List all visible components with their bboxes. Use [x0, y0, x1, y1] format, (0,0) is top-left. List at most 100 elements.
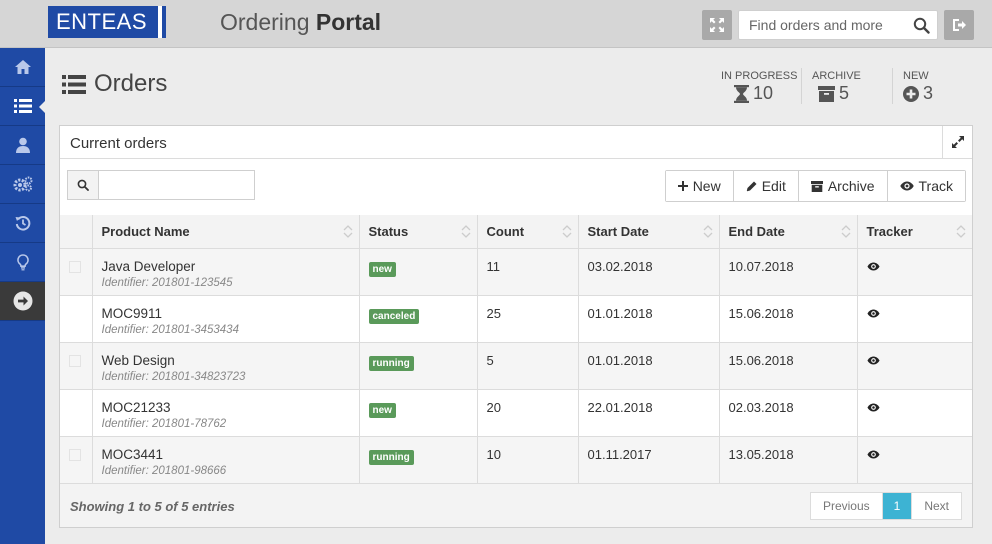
- entries-info: Showing 1 to 5 of 5 entries: [70, 499, 235, 514]
- table-row[interactable]: Java Developer Identifier: 201801-123545 …: [60, 247, 972, 295]
- next-page-button[interactable]: Next: [912, 493, 961, 519]
- count-cell: 5: [477, 341, 579, 389]
- tracker-cell: [857, 247, 972, 295]
- stat-in-progress-value: 10: [753, 83, 774, 103]
- sidebar-item-ideas[interactable]: [0, 243, 45, 282]
- sidebar-item-settings[interactable]: [0, 165, 45, 204]
- previous-page-button[interactable]: Previous: [810, 493, 883, 519]
- row-checkbox[interactable]: [69, 354, 81, 367]
- tracker-cell: [857, 435, 972, 483]
- app-title: Ordering Portal: [220, 9, 381, 36]
- end-date-cell: 02.03.2018: [719, 388, 858, 436]
- list-icon: [13, 99, 32, 113]
- column-header-label: Tracker: [866, 223, 913, 239]
- row-checkbox[interactable]: [69, 448, 81, 461]
- column-header-tracker[interactable]: Tracker: [857, 215, 972, 248]
- status-badge: running: [368, 449, 414, 465]
- panel-title: Current orders: [70, 135, 167, 152]
- expand-icon: [951, 136, 964, 148]
- global-search-input[interactable]: [739, 11, 904, 39]
- table-filter-input[interactable]: [98, 170, 255, 200]
- new-button[interactable]: New: [665, 171, 734, 201]
- plus-icon: [677, 181, 688, 191]
- table-row[interactable]: MOC3441 Identifier: 201801-98666 running …: [60, 435, 972, 483]
- stat-in-progress-label: IN PROGRESS: [721, 70, 798, 82]
- start-date-cell: 22.01.2018: [578, 388, 720, 436]
- user-icon: [15, 137, 30, 153]
- table-row[interactable]: MOC9911 Identifier: 201801-3453434 cancel…: [60, 294, 972, 342]
- edit-button[interactable]: Edit: [733, 171, 799, 201]
- archive-button-label: Archive: [827, 178, 875, 194]
- stat-new-value: 3: [923, 83, 934, 103]
- column-header-status[interactable]: Status: [359, 215, 478, 248]
- eye-icon[interactable]: [866, 261, 880, 271]
- count-cell: 25: [477, 294, 579, 342]
- product-name: MOC3441: [101, 446, 164, 462]
- archive-button[interactable]: Archive: [798, 171, 888, 201]
- fullscreen-icon: [710, 18, 724, 32]
- eye-icon[interactable]: [866, 308, 880, 318]
- sidebar-item-user[interactable]: [0, 126, 45, 165]
- app-title-bold: Portal: [315, 9, 382, 35]
- page-button-current[interactable]: 1: [882, 493, 913, 519]
- page-title-text: Orders: [94, 70, 168, 97]
- eye-icon[interactable]: [866, 355, 880, 365]
- product-identifier: Identifier: 201801-78762: [101, 417, 227, 430]
- logo[interactable]: ENTEAS: [48, 6, 162, 38]
- page-title: Orders: [62, 70, 167, 98]
- sidebar-item-orders[interactable]: [0, 87, 45, 126]
- stat-new[interactable]: NEW 3: [903, 70, 933, 104]
- column-header-product-name[interactable]: Product Name: [92, 215, 360, 248]
- product-identifier: Identifier: 201801-98666: [101, 464, 227, 477]
- sidebar: [0, 48, 45, 544]
- row-select-cell: [60, 294, 93, 342]
- sidebar-item-home[interactable]: [0, 48, 45, 87]
- product-identifier: Identifier: 201801-34823723: [101, 370, 246, 383]
- start-date-cell: 01.01.2018: [578, 341, 720, 389]
- product-cell: Web Design Identifier: 201801-34823723: [92, 341, 360, 389]
- row-select-cell: [60, 341, 93, 389]
- gears-icon: [13, 176, 32, 192]
- lightbulb-icon: [16, 253, 29, 270]
- table-header-row: Product Name Status Count Start Date End…: [60, 215, 972, 248]
- archive-icon: [818, 85, 835, 102]
- stat-divider: [801, 68, 802, 104]
- sort-icon: [956, 225, 966, 238]
- stat-in-progress[interactable]: IN PROGRESS 10: [721, 70, 797, 104]
- edit-button-label: Edit: [761, 178, 786, 194]
- stat-archive[interactable]: ARCHIVE 5: [812, 70, 861, 104]
- table-row[interactable]: MOC21233 Identifier: 201801-78762 new 20 …: [60, 388, 972, 436]
- row-select-cell: [60, 247, 93, 295]
- column-header-end-date[interactable]: End Date: [719, 215, 858, 248]
- sidebar-item-history[interactable]: [0, 204, 45, 243]
- row-checkbox[interactable]: [69, 260, 81, 273]
- expand-button[interactable]: [942, 126, 972, 158]
- tracker-cell: [857, 341, 972, 389]
- table-row[interactable]: Web Design Identifier: 201801-34823723 ru…: [60, 341, 972, 389]
- sort-icon: [703, 225, 712, 238]
- product-cell: MOC3441 Identifier: 201801-98666: [92, 435, 360, 483]
- search-icon[interactable]: [913, 17, 930, 34]
- product-identifier: Identifier: 201801-3453434: [101, 323, 239, 336]
- fullscreen-button[interactable]: [702, 10, 732, 40]
- end-date-cell: 13.05.2018: [719, 435, 858, 483]
- list-icon: [62, 74, 86, 94]
- status-cell: running: [359, 435, 478, 483]
- track-button[interactable]: Track: [887, 171, 965, 201]
- column-header-count[interactable]: Count: [477, 215, 579, 248]
- end-date-cell: 15.06.2018: [719, 294, 858, 342]
- column-header-start-date[interactable]: Start Date: [578, 215, 720, 248]
- eye-icon[interactable]: [866, 402, 880, 412]
- product-cell: MOC21233 Identifier: 201801-78762: [92, 388, 360, 436]
- column-header-label: Start Date: [587, 223, 649, 239]
- filter-search-button[interactable]: [67, 170, 99, 200]
- sidebar-item-go[interactable]: [0, 282, 45, 321]
- column-header-label: End Date: [728, 223, 785, 239]
- eye-icon[interactable]: [866, 449, 880, 459]
- status-cell: canceled: [359, 294, 478, 342]
- status-cell: running: [359, 341, 478, 389]
- logout-button[interactable]: [944, 10, 974, 40]
- sort-icon: [343, 225, 352, 238]
- logout-icon: [953, 19, 966, 31]
- product-cell: MOC9911 Identifier: 201801-3453434: [92, 294, 360, 342]
